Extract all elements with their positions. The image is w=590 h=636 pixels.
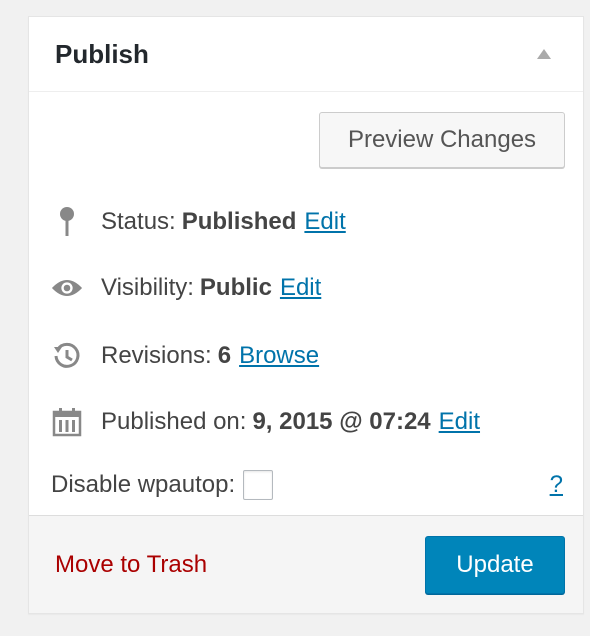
publish-header: Publish bbox=[29, 17, 583, 92]
visibility-label: Visibility: bbox=[101, 274, 194, 301]
wpautop-label: Disable wpautop: bbox=[51, 471, 236, 498]
visibility-row: Visibility: Public Edit bbox=[51, 272, 563, 304]
wpautop-row: Disable wpautop: ? bbox=[51, 470, 563, 500]
visibility-value: Public bbox=[199, 274, 272, 301]
published-label: Published on: bbox=[101, 408, 247, 435]
publish-body: Preview Changes Status: Published Edit V bbox=[29, 92, 583, 516]
status-value: Published bbox=[181, 208, 297, 235]
publish-footer: Move to Trash Update bbox=[29, 515, 583, 613]
edit-status-link[interactable]: Edit bbox=[304, 208, 345, 236]
publish-box: Publish Preview Changes Status: Publishe… bbox=[28, 16, 584, 614]
update-button[interactable]: Update bbox=[425, 535, 565, 594]
calendar-icon bbox=[51, 406, 83, 438]
disable-wpautop-checkbox[interactable] bbox=[243, 470, 274, 500]
history-icon bbox=[51, 340, 83, 372]
edit-date-link[interactable]: Edit bbox=[439, 408, 480, 436]
edit-visibility-link[interactable]: Edit bbox=[280, 274, 321, 302]
preview-changes-button[interactable]: Preview Changes bbox=[319, 112, 565, 168]
status-row: Status: Published Edit bbox=[51, 206, 563, 238]
box-title: Publish bbox=[55, 38, 149, 69]
revisions-row: Revisions: 6 Browse bbox=[51, 340, 563, 372]
revisions-count: 6 bbox=[217, 342, 232, 369]
move-to-trash-link[interactable]: Move to Trash bbox=[55, 551, 207, 579]
wpautop-control: Disable wpautop: bbox=[51, 470, 274, 500]
revisions-label: Revisions: bbox=[101, 342, 212, 369]
published-date: 9, 2015 @ 07:24 bbox=[252, 408, 431, 435]
eye-icon bbox=[51, 272, 83, 304]
pin-icon bbox=[51, 206, 83, 238]
triangle-up-icon[interactable] bbox=[537, 49, 551, 59]
published-row: Published on: 9, 2015 @ 07:24 Edit bbox=[51, 406, 563, 438]
status-label: Status: bbox=[101, 208, 176, 235]
browse-revisions-link[interactable]: Browse bbox=[239, 342, 319, 370]
help-link[interactable]: ? bbox=[550, 471, 563, 499]
